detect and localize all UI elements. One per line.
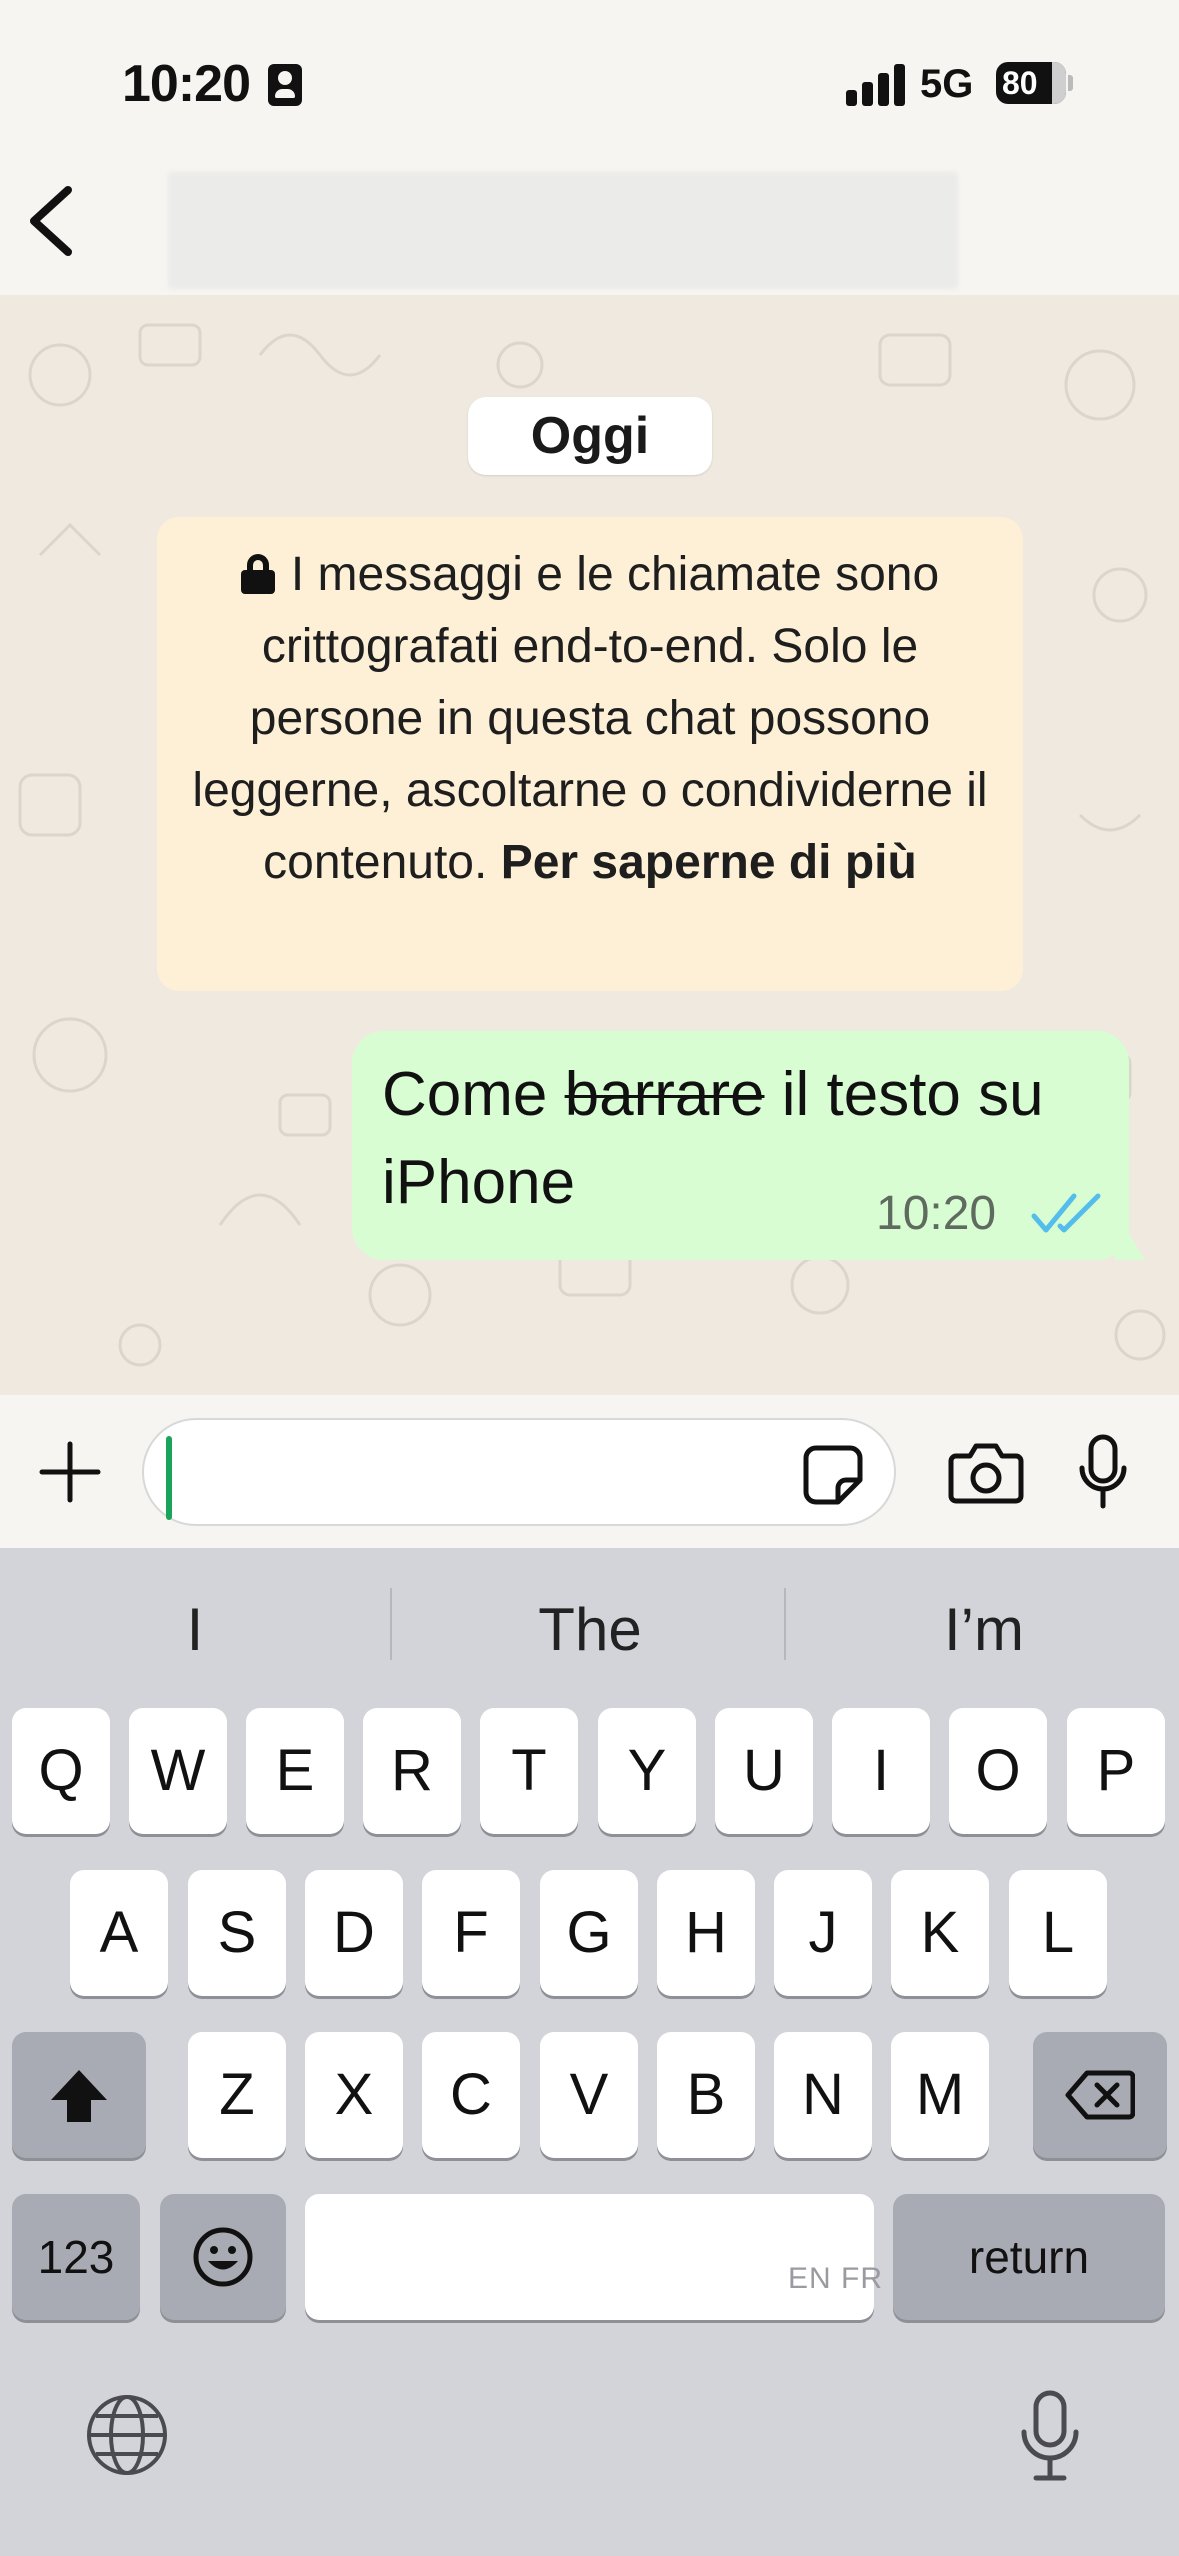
encryption-notice[interactable]: I messaggi e le chiamate sono crittograf…: [157, 517, 1023, 991]
return-key[interactable]: return: [893, 2194, 1165, 2320]
key-b[interactable]: B: [657, 2032, 755, 2158]
key-e[interactable]: E: [246, 1708, 344, 1834]
text-cursor: [166, 1436, 172, 1520]
camera-icon[interactable]: [948, 1440, 1024, 1506]
key-x[interactable]: X: [305, 2032, 403, 2158]
key-n[interactable]: N: [774, 2032, 872, 2158]
suggestion-divider: [784, 1588, 786, 1660]
key-f[interactable]: F: [422, 1870, 520, 1996]
key-w[interactable]: W: [129, 1708, 227, 1834]
suggestion-3[interactable]: I’m: [824, 1580, 1144, 1680]
lock-icon: [240, 554, 275, 594]
key-k[interactable]: K: [891, 1870, 989, 1996]
key-o[interactable]: O: [949, 1708, 1047, 1834]
message-timestamp: 10:20: [876, 1187, 997, 1240]
signal-strength-icon: [846, 64, 906, 106]
sticker-icon[interactable]: [802, 1444, 864, 1506]
key-s[interactable]: S: [188, 1870, 286, 1996]
shift-icon: [51, 2070, 107, 2122]
backspace-icon: [1065, 2070, 1136, 2120]
key-j[interactable]: J: [774, 1870, 872, 1996]
globe-icon[interactable]: [84, 2392, 170, 2478]
bubble-tail: [1115, 1210, 1145, 1260]
key-i[interactable]: I: [832, 1708, 930, 1834]
key-d[interactable]: D: [305, 1870, 403, 1996]
mic-icon[interactable]: [1078, 1434, 1128, 1510]
key-g[interactable]: G: [540, 1870, 638, 1996]
key-u[interactable]: U: [715, 1708, 813, 1834]
key-l[interactable]: L: [1009, 1870, 1107, 1996]
numbers-key[interactable]: 123: [12, 2194, 140, 2320]
key-y[interactable]: Y: [598, 1708, 696, 1834]
message-strikethrough-text: barrare: [564, 1060, 765, 1129]
network-type: 5G: [920, 62, 974, 106]
contact-name[interactable]: [168, 172, 958, 289]
language-indicator: EN FR: [788, 2262, 883, 2295]
key-q[interactable]: Q: [12, 1708, 110, 1834]
key-r[interactable]: R: [363, 1708, 461, 1834]
suggestion-1[interactable]: I: [40, 1580, 350, 1680]
key-t[interactable]: T: [480, 1708, 578, 1834]
suggestion-2[interactable]: The: [430, 1580, 750, 1680]
backspace-key[interactable]: [1033, 2032, 1167, 2158]
key-a[interactable]: A: [70, 1870, 168, 1996]
emoji-key[interactable]: [160, 2194, 286, 2320]
back-icon[interactable]: [20, 176, 90, 266]
message-text-part: Come: [382, 1060, 565, 1129]
key-c[interactable]: C: [422, 2032, 520, 2158]
outgoing-message-bubble[interactable]: Come barrare il testo su iPhone: [352, 1031, 1129, 1260]
dictation-mic-icon[interactable]: [1018, 2390, 1082, 2482]
message-input[interactable]: [142, 1418, 896, 1526]
date-separator: Oggi: [468, 397, 712, 475]
contact-card-icon: [268, 64, 302, 106]
key-p[interactable]: P: [1067, 1708, 1165, 1834]
key-v[interactable]: V: [540, 2032, 638, 2158]
key-h[interactable]: H: [657, 1870, 755, 1996]
suggestion-divider: [390, 1588, 392, 1660]
emoji-icon: [193, 2227, 253, 2287]
shift-key[interactable]: [12, 2032, 146, 2158]
battery-cap: [1068, 75, 1073, 91]
learn-more-link[interactable]: Per saperne di più: [501, 836, 917, 889]
key-m[interactable]: M: [891, 2032, 989, 2158]
read-ticks-icon: [1031, 1193, 1101, 1233]
plus-icon[interactable]: [38, 1440, 102, 1504]
status-time: 10:20: [122, 55, 251, 113]
battery-icon: 80: [996, 62, 1066, 104]
key-z[interactable]: Z: [188, 2032, 286, 2158]
space-key[interactable]: [305, 2194, 874, 2320]
